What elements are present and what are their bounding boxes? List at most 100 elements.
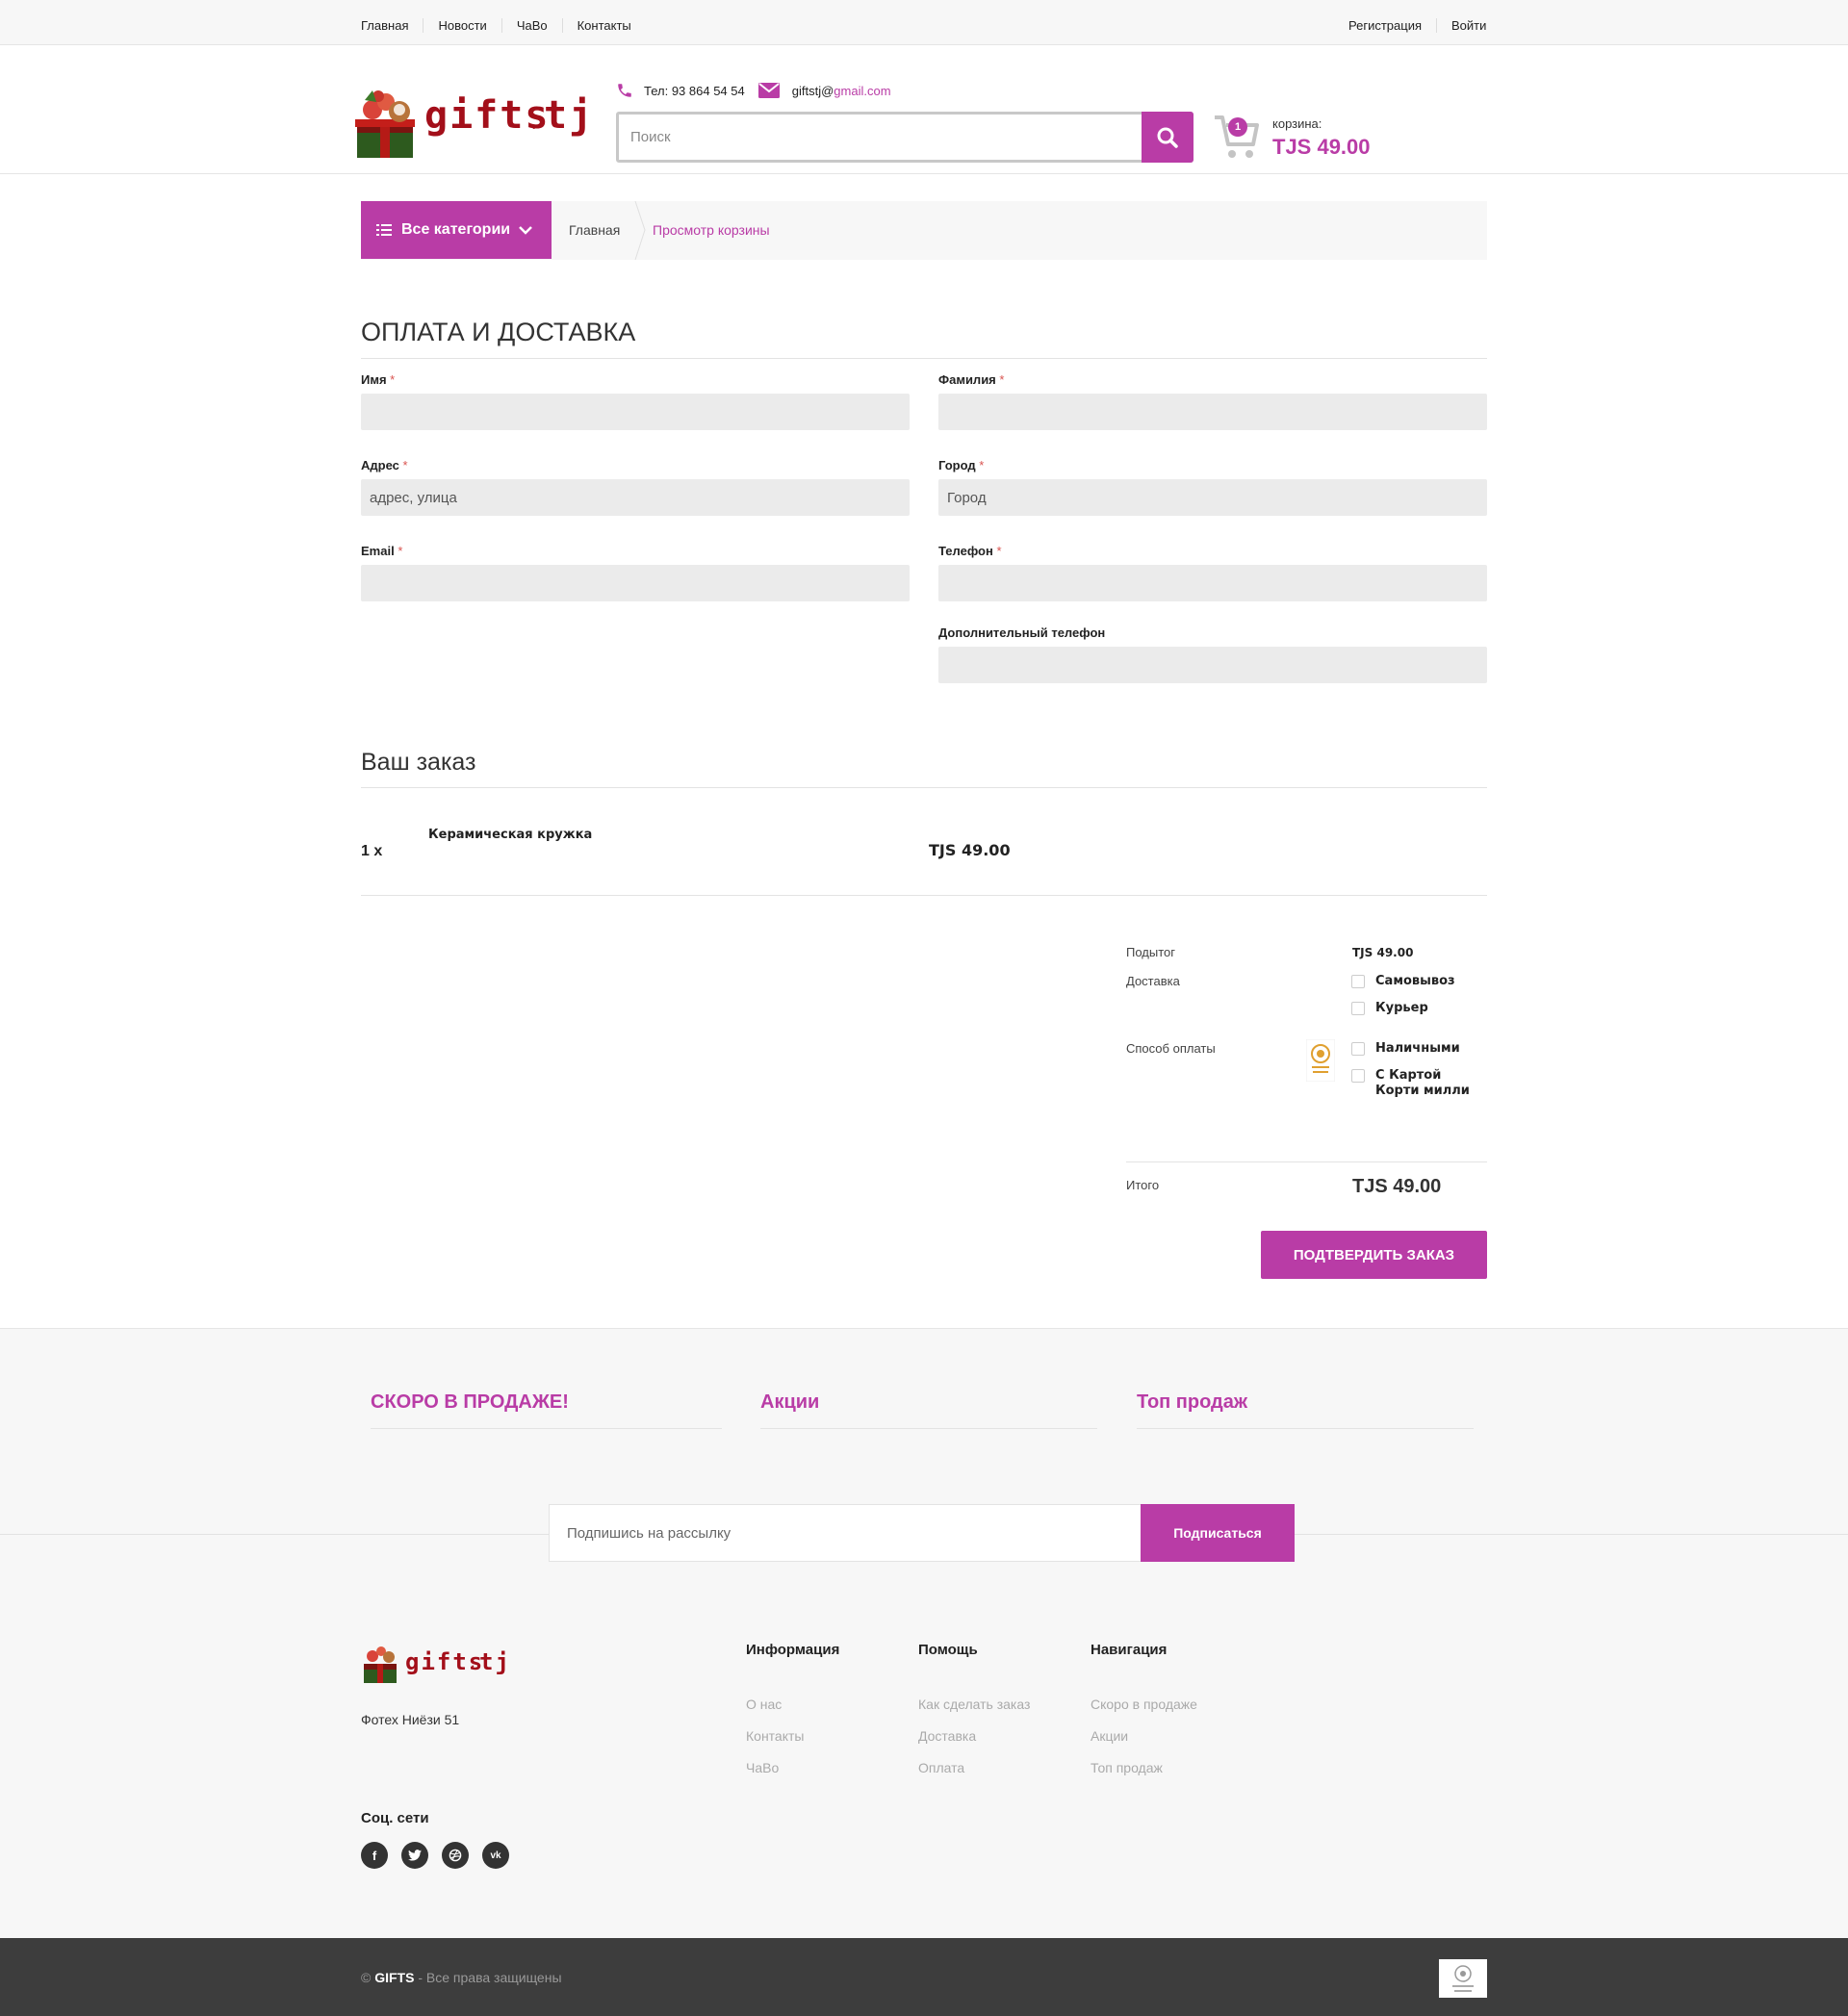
cash-checkbox[interactable] [1351, 1042, 1365, 1056]
footer-col-help-title: Помощь [918, 1642, 978, 1658]
footer-address: Фотех Ниёзи 51 [361, 1712, 460, 1727]
copyright-symbol: © [361, 1970, 372, 1985]
footer-link-top-sales[interactable]: Топ продаж [1091, 1760, 1163, 1775]
first-name-field[interactable] [361, 394, 910, 430]
order-item-qty: 1 x [361, 843, 383, 859]
order-item-name[interactable]: Керамическая кружка [428, 828, 592, 842]
cart-count-badge: 1 [1228, 117, 1247, 137]
phone-icon [618, 84, 631, 97]
newsletter-form: Подписаться [549, 1504, 1295, 1562]
korti-milli-logo-icon [1306, 1039, 1335, 1082]
required-mark: * [402, 458, 408, 472]
order-title: Ваш заказ [361, 749, 476, 776]
cart-label: корзина: [1272, 116, 1322, 131]
list-menu-icon [376, 224, 392, 236]
subscribe-button[interactable]: Подписаться [1141, 1504, 1295, 1562]
top-link-login[interactable]: Войти [1436, 18, 1486, 33]
footer-link-about[interactable]: О нас [746, 1697, 782, 1712]
search-input[interactable] [619, 115, 1139, 160]
extra-phone-field[interactable] [938, 647, 1487, 683]
search-icon [1157, 127, 1178, 148]
copyright: © GIFTS - Все права защищены [361, 1970, 562, 1985]
required-mark: * [390, 372, 396, 387]
phone-label: Телефон * [938, 544, 1002, 558]
email-label-text: Email [361, 544, 395, 558]
coming-soon-divider [371, 1428, 722, 1429]
footer-logo-suffix: tj [479, 1648, 511, 1675]
order-divider [361, 787, 1487, 788]
city-label: Город * [938, 458, 984, 472]
top-link-contacts[interactable]: Контакты [561, 18, 646, 33]
top-nav-left: Главная Новости ЧаВо Контакты [361, 18, 646, 33]
required-mark: * [999, 372, 1005, 387]
pickup-checkbox[interactable] [1351, 975, 1365, 988]
address-field[interactable] [361, 479, 910, 516]
twitter-icon[interactable] [401, 1842, 428, 1869]
phone-number[interactable]: Тел: 93 864 54 54 [644, 84, 745, 98]
header-cart[interactable]: 1 корзина: TJS 49.00 [1213, 110, 1405, 164]
pickup-option-label: Самовывоз [1375, 974, 1455, 988]
promotions-heading[interactable]: Акции [760, 1391, 819, 1414]
footer-link-contacts[interactable]: Контакты [746, 1728, 804, 1744]
dribbble-icon[interactable] [442, 1842, 469, 1869]
copyright-brand: GIFTS [374, 1970, 415, 1985]
footer-logo-wordmark: gifts [405, 1648, 485, 1675]
facebook-icon[interactable]: f [361, 1842, 388, 1869]
email-field[interactable] [361, 565, 910, 601]
lower-section [0, 1328, 1848, 1938]
footer-link-delivery[interactable]: Доставка [918, 1728, 976, 1744]
total-label: Итого [1126, 1178, 1160, 1192]
social-title: Соц. сети [361, 1810, 429, 1826]
delivery-label: Доставка [1126, 974, 1180, 988]
top-sales-heading[interactable]: Топ продаж [1137, 1391, 1247, 1414]
phone-field[interactable] [938, 565, 1487, 601]
first-name-label-text: Имя [361, 372, 387, 387]
footer-logo[interactable]: gifts • tj [361, 1641, 515, 1685]
breadcrumb-bar: Все категории Главная Просмотр корзины [361, 201, 1487, 260]
last-name-field[interactable] [938, 394, 1487, 430]
phone-label-text: Телефон [938, 544, 993, 558]
courier-checkbox[interactable] [1351, 1002, 1365, 1015]
top-link-faq[interactable]: ЧаВо [500, 18, 562, 33]
card-option-label: С Картой Корти милли [1375, 1068, 1470, 1098]
total-divider [1126, 1161, 1487, 1162]
newsletter-input[interactable] [550, 1505, 1140, 1561]
copyright-rights: - Все права защищены [418, 1970, 562, 1985]
cash-option-label: Наличными [1375, 1041, 1460, 1056]
footer-link-payment[interactable]: Оплата [918, 1760, 964, 1775]
top-nav-right: Регистрация Войти [1348, 18, 1486, 33]
required-mark: * [979, 458, 985, 472]
promotions-divider [760, 1428, 1097, 1429]
order-item-divider [361, 895, 1487, 896]
all-categories-button[interactable]: Все категории [361, 201, 552, 259]
search-button[interactable] [1142, 112, 1194, 163]
breadcrumb-home[interactable]: Главная [569, 201, 620, 260]
email-link[interactable]: giftstj@gmail.com [792, 84, 891, 98]
coming-soon-heading[interactable]: СКОРО В ПРОДАЖЕ! [371, 1391, 569, 1414]
card-checkbox[interactable] [1351, 1069, 1365, 1083]
breadcrumb-current: Просмотр корзины [653, 222, 770, 238]
footer-link-coming-soon[interactable]: Скоро в продаже [1091, 1697, 1197, 1712]
site-logo[interactable]: gifts • tj [351, 81, 592, 164]
footer-link-faq[interactable]: ЧаВо [746, 1760, 779, 1775]
top-bar: Главная Новости ЧаВо Контакты Регистраци… [0, 0, 1848, 45]
subtotal-label: Подытог [1126, 945, 1175, 959]
footer-link-promotions[interactable]: Акции [1091, 1728, 1128, 1744]
logo-dot-icon: • [532, 123, 536, 134]
top-link-home[interactable]: Главная [361, 18, 423, 33]
top-link-register[interactable]: Регистрация [1348, 18, 1436, 33]
footer-col-info-title: Информация [746, 1642, 840, 1658]
footer-logo-dot-icon: • [472, 1664, 475, 1671]
breadcrumb-separator-icon [634, 201, 646, 260]
top-link-news[interactable]: Новости [423, 18, 500, 33]
city-field[interactable] [938, 479, 1487, 516]
cart-total: TJS 49.00 [1272, 135, 1371, 159]
required-mark: * [996, 544, 1002, 558]
checkout-divider [361, 358, 1487, 359]
confirm-order-button[interactable]: ПОДТВЕРДИТЬ ЗАКАЗ [1261, 1231, 1487, 1279]
last-name-label: Фамилия * [938, 372, 1004, 387]
total-value: TJS 49.00 [1352, 1176, 1442, 1197]
vk-icon[interactable]: vk [482, 1842, 509, 1869]
footer-link-how-to-order[interactable]: Как сделать заказ [918, 1697, 1030, 1712]
gift-box-logo-icon [355, 90, 415, 158]
